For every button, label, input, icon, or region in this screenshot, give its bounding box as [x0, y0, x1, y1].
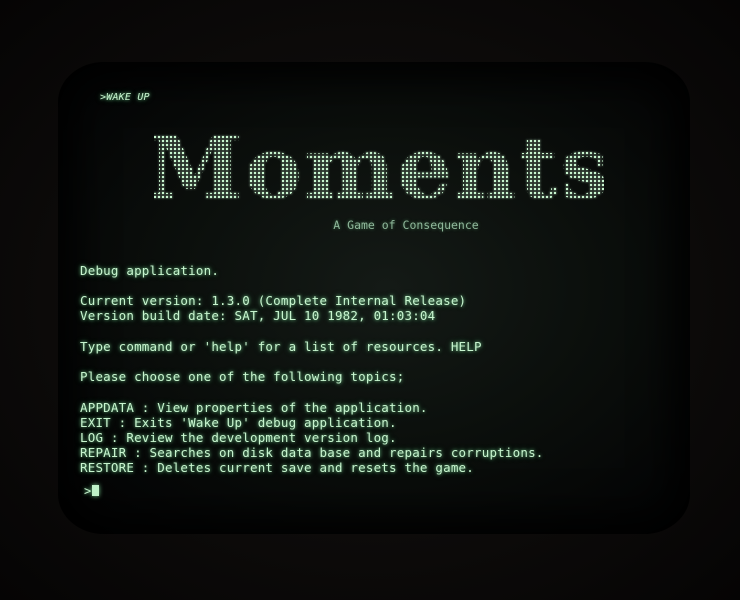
help-command-line: Type command or 'help' for a list of res…: [80, 339, 482, 354]
text-cursor[interactable]: [92, 485, 100, 496]
topics-heading: Please choose one of the following topic…: [80, 369, 405, 384]
game-subtitle: A Game of Consequence: [333, 218, 479, 232]
topic-restore: RESTORE : Deletes current save and reset…: [80, 460, 475, 475]
logo-wordmark: Moments: [154, 128, 604, 218]
topic-appdata: APPDATA : View properties of the applica…: [80, 400, 428, 415]
command-prompt[interactable]: >: [84, 484, 100, 498]
wake-up-command: >WAKE UP: [100, 92, 150, 103]
topic-repair: REPAIR : Searches on disk data base and …: [80, 445, 544, 460]
moments-logo: Moments: [154, 128, 604, 218]
build-date: Version build date: SAT, JUL 10 1982, 01…: [80, 308, 436, 323]
prompt-symbol: >: [84, 484, 92, 498]
topic-exit: EXIT : Exits 'Wake Up' debug application…: [80, 415, 397, 430]
crt-screen: >WAKE UP Moments A Game of Consequence D…: [58, 62, 690, 534]
topic-log: LOG : Review the development version log…: [80, 430, 397, 445]
debug-title: Debug application.: [80, 263, 220, 278]
monitor-bezel: >WAKE UP Moments A Game of Consequence D…: [0, 0, 740, 600]
current-version: Current version: 1.3.0 (Complete Interna…: [80, 293, 467, 308]
